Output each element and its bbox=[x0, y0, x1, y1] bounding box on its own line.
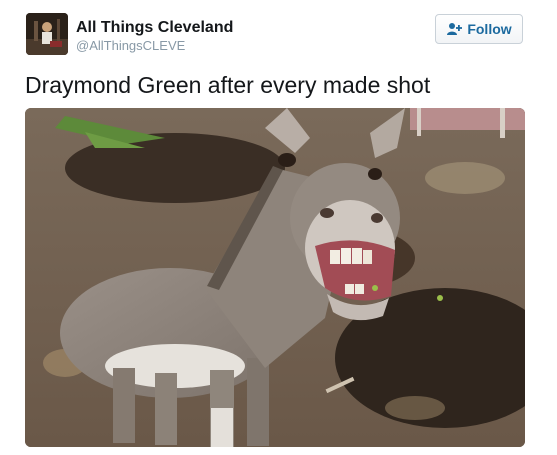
tweet-text: Draymond Green after every made shot bbox=[25, 72, 431, 98]
photo-donkey-icon bbox=[25, 108, 525, 447]
add-user-icon bbox=[446, 22, 463, 36]
avatar[interactable] bbox=[26, 13, 68, 55]
author-handle[interactable]: @AllThingsCLEVE bbox=[76, 38, 233, 54]
tweet-card: All Things Cleveland @AllThingsCLEVE Fol… bbox=[0, 0, 557, 455]
author-display-name[interactable]: All Things Cleveland bbox=[76, 18, 233, 38]
avatar-photo-icon bbox=[26, 13, 68, 55]
follow-button[interactable]: Follow bbox=[435, 14, 523, 44]
tweet-media[interactable] bbox=[25, 108, 525, 447]
author-info: All Things Cleveland @AllThingsCLEVE bbox=[76, 18, 233, 54]
follow-label: Follow bbox=[467, 21, 512, 37]
